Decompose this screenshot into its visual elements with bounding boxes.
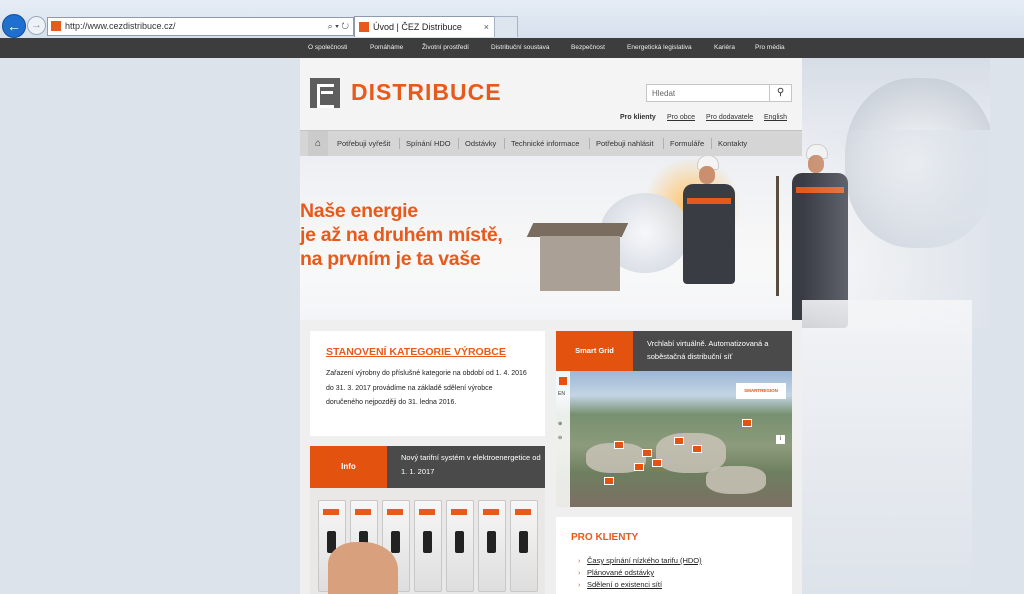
map-pin-icon[interactable] (652, 459, 662, 467)
search-icon[interactable]: ⚲ (770, 84, 792, 102)
topnav-item-kariera[interactable]: Kariéra (714, 38, 735, 58)
card-vyrobce-body: Zařazení výrobny do příslušné kategorie … (326, 370, 527, 406)
map-pin-icon[interactable] (642, 449, 652, 457)
hand-image (328, 542, 398, 594)
main-nav: ⌂ Potřebuji vyřešit Spínání HDO Odstávky… (300, 130, 802, 156)
card-smart-text: Vrchlabí virtuálně. Automatizovaná a sob… (633, 331, 792, 371)
topnav-item-pro-media[interactable]: Pro média (755, 38, 785, 58)
favicon-icon (51, 21, 61, 31)
top-nav: O společnosti Pomáháme Životní prostředí… (0, 38, 1024, 58)
map-lang[interactable]: EN (558, 391, 565, 397)
slogan-line: je až na druhém místě, (300, 224, 503, 246)
topnav-item-distribucni-soustava[interactable]: Distribuční soustava (491, 38, 550, 58)
audience-pro-obce[interactable]: Pro obce (667, 114, 695, 121)
link-planovane-odstavky[interactable]: Plánované odstávky (578, 568, 654, 577)
photo-fade (802, 300, 972, 594)
breaker-image (414, 500, 442, 592)
cez-logo-icon[interactable] (310, 78, 340, 108)
nav-item-technicke-informace[interactable]: Technické informace (511, 131, 579, 156)
tab-title: Úvod | ČEZ Distribuce (373, 22, 462, 32)
map-pin-icon[interactable] (674, 437, 684, 445)
breaker-image (510, 500, 538, 592)
link-sdeleni-o-siti[interactable]: Sdělení o existenci sítí (578, 580, 662, 589)
zoom-out-icon[interactable]: ⊖ (558, 435, 562, 441)
hut (540, 236, 620, 291)
topnav-item-pomahame[interactable]: Pomáháme (370, 38, 403, 58)
url-text: http://www.cezdistribuce.cz/ (65, 21, 176, 31)
worker-face (699, 166, 715, 184)
forward-arrow-icon[interactable]: → (27, 16, 46, 35)
worker-figure (683, 184, 735, 284)
breaker-image (446, 500, 474, 592)
nav-item-kontakty[interactable]: Kontakty (718, 131, 747, 156)
browser-tab[interactable]: Úvod | ČEZ Distribuce × (354, 16, 496, 37)
back-arrow-icon[interactable]: ← (2, 14, 26, 38)
nav-item-spinani-hdo[interactable]: Spínání HDO (406, 131, 451, 156)
topnav-item-spolecnost[interactable]: O společnosti (308, 38, 347, 58)
cez-logo-icon (559, 377, 567, 385)
browser-chrome: ← → http://www.cezdistribuce.cz/ ⌕ ▾ ↻ Ú… (0, 0, 1024, 39)
audience-english[interactable]: English (764, 114, 787, 121)
link-casy-spinani[interactable]: Časy spínání nízkého tarifu (HDO) (578, 556, 702, 565)
zoom-in-icon[interactable]: ⊕ (558, 421, 562, 427)
card-smart-grid[interactable]: Smart Grid Vrchlabí virtuálně. Automatiz… (556, 331, 792, 507)
info-icon[interactable]: i (776, 435, 785, 444)
map-pin-icon[interactable] (634, 463, 644, 471)
map-pin-icon[interactable] (604, 477, 614, 485)
map-toolbar: EN ⊕ ⊖ (556, 371, 570, 507)
slogan-line: na prvním je ta vaše (300, 248, 481, 270)
nav-item-formulare[interactable]: Formuláře (670, 131, 704, 156)
card-vyrobce-title[interactable]: STANOVENÍ KATEGORIE VÝROBCE (326, 346, 506, 358)
site-header: DISTRIBUCE Hledat ⚲ Pro klienty Pro obce… (300, 58, 802, 130)
tab-close-icon[interactable]: × (484, 17, 489, 37)
map-pin-icon[interactable] (692, 445, 702, 453)
audience-pro-dodavatele[interactable]: Pro dodavatele (706, 114, 753, 121)
card-info-text: Nový tarifní systém v elektroenergetice … (387, 446, 545, 488)
map-pin-icon[interactable] (742, 419, 752, 427)
topnav-item-zivotni-prostredi[interactable]: Životní prostředí (422, 38, 469, 58)
breaker-image (478, 500, 506, 592)
card-info[interactable]: Info Nový tarifní systém v elektroenerge… (310, 446, 545, 594)
card-smart-label: Smart Grid (556, 331, 633, 371)
map-pin-icon[interactable] (614, 441, 624, 449)
slogan-line: Naše energie (300, 200, 418, 222)
power-pole (776, 176, 779, 296)
address-bar[interactable]: http://www.cezdistribuce.cz/ ⌕ ▾ ↻ (47, 17, 354, 36)
address-tools-icon[interactable]: ⌕ ▾ ↻ (328, 18, 349, 35)
tab-favicon-icon (359, 22, 369, 32)
nav-item-potrebuji-vyresit[interactable]: Potřebuji vyřešit (337, 131, 390, 156)
topnav-item-bezpecnost[interactable]: Bezpečnost (571, 38, 605, 58)
nav-item-potrebuji-nahlasit[interactable]: Potřebuji nahlásit (596, 131, 654, 156)
pro-klienty-title: PRO KLIENTY (571, 532, 639, 543)
audience-pro-klienty[interactable]: Pro klienty (620, 114, 656, 121)
card-vyrobce: STANOVENÍ KATEGORIE VÝROBCE Zařazení výr… (310, 331, 545, 436)
new-tab-button[interactable] (494, 16, 518, 37)
hero-slogan: Naše energie je až na druhém místě, na p… (300, 199, 503, 271)
search-input[interactable]: Hledat (646, 84, 770, 102)
card-info-label: Info (310, 446, 387, 488)
home-icon[interactable]: ⌂ (308, 131, 328, 156)
brand-name[interactable]: DISTRIBUCE (351, 79, 502, 106)
topnav-item-legislativa[interactable]: Energetická legislativa (627, 38, 692, 58)
hut-roof (526, 223, 629, 237)
smartregion-logo: SMARTREGION (736, 383, 786, 399)
nav-item-odstavky[interactable]: Odstávky (465, 131, 496, 156)
pro-klienty-box: PRO KLIENTY Časy spínání nízkého tarifu … (556, 517, 792, 594)
